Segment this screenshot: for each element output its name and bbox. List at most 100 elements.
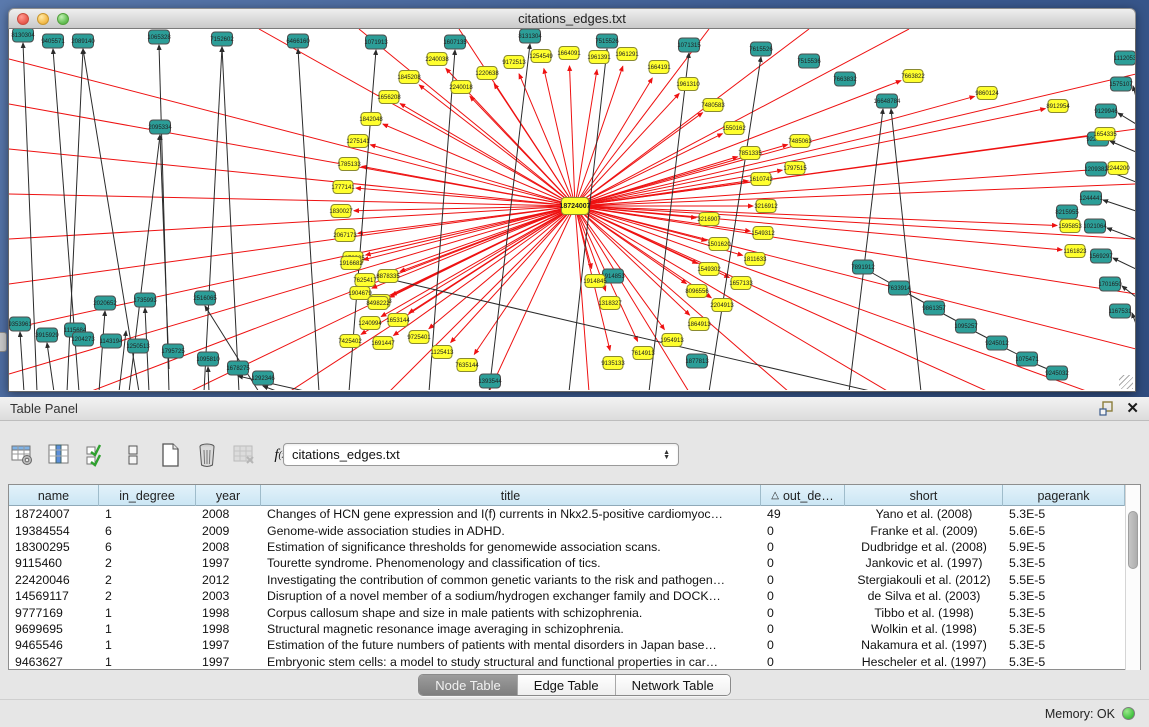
graph-node[interactable]: 1501620 xyxy=(707,238,731,251)
graph-node[interactable]: 8096556 xyxy=(685,285,709,298)
graph-node[interactable]: 1916682 xyxy=(339,257,363,270)
graph-node[interactable]: 2204913 xyxy=(710,299,734,312)
graph-node[interactable]: 1204273 xyxy=(71,332,95,346)
graph-node[interactable]: 2095334 xyxy=(148,120,172,134)
table-row[interactable]: 977716911998Corpus callosum shape and si… xyxy=(9,604,1125,620)
graph-node[interactable]: 1797515 xyxy=(783,162,807,175)
graph-node[interactable]: 2240038 xyxy=(425,53,449,66)
graph-node[interactable]: 1575107 xyxy=(1109,77,1133,91)
graph-node[interactable]: 1167531 xyxy=(1109,304,1133,318)
graph-node[interactable]: 2516065 xyxy=(193,291,217,305)
graph-node[interactable]: 7633914 xyxy=(887,281,911,295)
minimize-window-button[interactable] xyxy=(37,13,49,25)
graph-node[interactable]: 1656208 xyxy=(377,91,401,104)
column-header-pagerank[interactable]: pagerank xyxy=(1003,485,1125,506)
close-window-button[interactable] xyxy=(17,13,29,25)
graph-node[interactable]: 8912954 xyxy=(1046,100,1070,113)
graph-node[interactable]: 1678275 xyxy=(226,361,250,375)
column-header-title[interactable]: title xyxy=(261,485,761,506)
graph-node[interactable]: 6466160 xyxy=(286,34,310,48)
graph-node[interactable]: 2240018 xyxy=(449,81,473,94)
vertical-scrollbar[interactable] xyxy=(1125,485,1140,670)
graph-node[interactable]: 9353961 xyxy=(9,317,32,331)
table-row[interactable]: 946362711997Embryonic stem cells: a mode… xyxy=(9,654,1125,670)
graph-node[interactable]: 8215955 xyxy=(1055,205,1079,219)
graph-node[interactable]: 1071315 xyxy=(677,38,701,52)
column-header-year[interactable]: year xyxy=(196,485,261,506)
graph-node[interactable]: 9172513 xyxy=(502,56,526,69)
graph-node[interactable]: 7851335 xyxy=(738,147,762,160)
graph-node[interactable]: 1393544 xyxy=(478,374,502,388)
graph-node[interactable]: 1143194 xyxy=(100,334,124,348)
column-header-name[interactable]: name xyxy=(9,485,99,506)
scrollbar-thumb[interactable] xyxy=(1128,511,1138,569)
graph-node[interactable]: 1065328 xyxy=(147,30,171,44)
graph-node[interactable]: 1654335 xyxy=(1093,128,1117,141)
table-row[interactable]: 1456911722003Disruption of a novel membe… xyxy=(9,588,1125,604)
graph-node[interactable]: 7615526 xyxy=(749,42,773,56)
graph-node[interactable]: 1961291 xyxy=(615,48,639,61)
column-header-out_degree[interactable]: △out_de… xyxy=(761,485,845,506)
table-row[interactable]: 1938455462009Genome-wide association stu… xyxy=(9,522,1125,538)
graph-node[interactable]: 1250513 xyxy=(126,339,150,353)
graph-node[interactable]: 1664191 xyxy=(647,61,671,74)
window-resize-grip[interactable] xyxy=(1119,375,1133,389)
graph-node[interactable]: 7485063 xyxy=(788,135,812,148)
table-row[interactable]: 2242004622012Investigating the contribut… xyxy=(9,572,1125,588)
graph-node[interactable]: 9129946 xyxy=(1094,104,1118,118)
graph-node[interactable]: 8878335 xyxy=(376,270,400,283)
graph-node[interactable]: 18724007 xyxy=(559,198,590,215)
graph-node[interactable]: 9135133 xyxy=(601,357,625,370)
table-row[interactable]: 969969511998Structural magnetic resonanc… xyxy=(9,621,1125,637)
delete-table-icon[interactable] xyxy=(230,441,258,469)
graph-node[interactable]: 1777141 xyxy=(331,181,355,194)
graph-node[interactable]: 1653144 xyxy=(386,314,410,327)
graph-node[interactable]: 1220638 xyxy=(475,67,499,80)
graph-node[interactable]: 1842048 xyxy=(359,113,383,126)
zoom-window-button[interactable] xyxy=(57,13,69,25)
graph-node[interactable]: 1275141 xyxy=(346,135,370,148)
graph-node[interactable]: 1112053 xyxy=(1114,51,1135,65)
graph-node[interactable]: 9245012 xyxy=(985,336,1009,350)
graph-node[interactable]: 1610742 xyxy=(749,173,773,186)
graph-node[interactable]: 1811633 xyxy=(744,253,768,266)
tab-edge-table[interactable]: Edge Table xyxy=(517,675,615,695)
graph-node[interactable]: 1569297 xyxy=(1089,249,1113,263)
graph-node[interactable]: 1864913 xyxy=(687,318,711,331)
graph-node[interactable]: 1240994 xyxy=(358,317,382,330)
graph-node[interactable]: 7663822 xyxy=(901,70,925,83)
graph-node[interactable]: 1549312 xyxy=(751,227,775,240)
graph-node[interactable]: 1785133 xyxy=(337,158,361,171)
graph-node[interactable]: 7425402 xyxy=(338,335,362,348)
select-column-icon[interactable] xyxy=(45,441,73,469)
graph-node[interactable]: 16648784 xyxy=(874,94,901,108)
graph-node[interactable]: 1691447 xyxy=(371,337,395,350)
graph-node[interactable]: 1845208 xyxy=(397,71,421,84)
graph-node[interactable]: 1071913 xyxy=(364,35,388,49)
graph-node[interactable]: 8130304 xyxy=(11,29,35,42)
graph-node[interactable]: 7663832 xyxy=(833,72,857,86)
graph-node[interactable]: 1318327 xyxy=(598,297,622,310)
graph-node[interactable]: 3216907 xyxy=(697,213,721,226)
window-titlebar[interactable]: citations_edges.txt xyxy=(8,8,1136,29)
graph-node[interactable]: 1607135 xyxy=(443,35,467,49)
graph-node[interactable]: 1549302 xyxy=(697,263,721,276)
new-file-icon[interactable] xyxy=(156,441,184,469)
desktop-edge-handle[interactable] xyxy=(0,332,7,352)
float-panel-icon[interactable] xyxy=(1099,401,1114,416)
graph-node[interactable]: 1021064 xyxy=(1083,219,1107,233)
graph-node[interactable]: 9861357 xyxy=(922,301,946,315)
table-select-dropdown[interactable]: citations_edges.txt ▲▼ xyxy=(283,443,679,466)
graph-node[interactable]: 1125413 xyxy=(431,346,455,359)
graph-node[interactable]: 9860124 xyxy=(975,87,999,100)
graph-node[interactable]: 7635144 xyxy=(455,359,479,372)
graph-node[interactable]: 3216912 xyxy=(754,200,778,213)
graph-node[interactable]: 2089140 xyxy=(71,34,95,48)
graph-node[interactable]: 1595853 xyxy=(1058,220,1082,233)
column-header-short[interactable]: short xyxy=(845,485,1003,506)
graph-node[interactable]: 1209382 xyxy=(1084,162,1108,176)
column-header-in_degree[interactable]: in_degree xyxy=(99,485,196,506)
network-canvas[interactable]: 8130304940557120891401065328715260264661… xyxy=(9,29,1135,390)
graph-node[interactable]: 7515526 xyxy=(595,34,619,48)
close-panel-icon[interactable]: ✕ xyxy=(1126,401,1139,416)
